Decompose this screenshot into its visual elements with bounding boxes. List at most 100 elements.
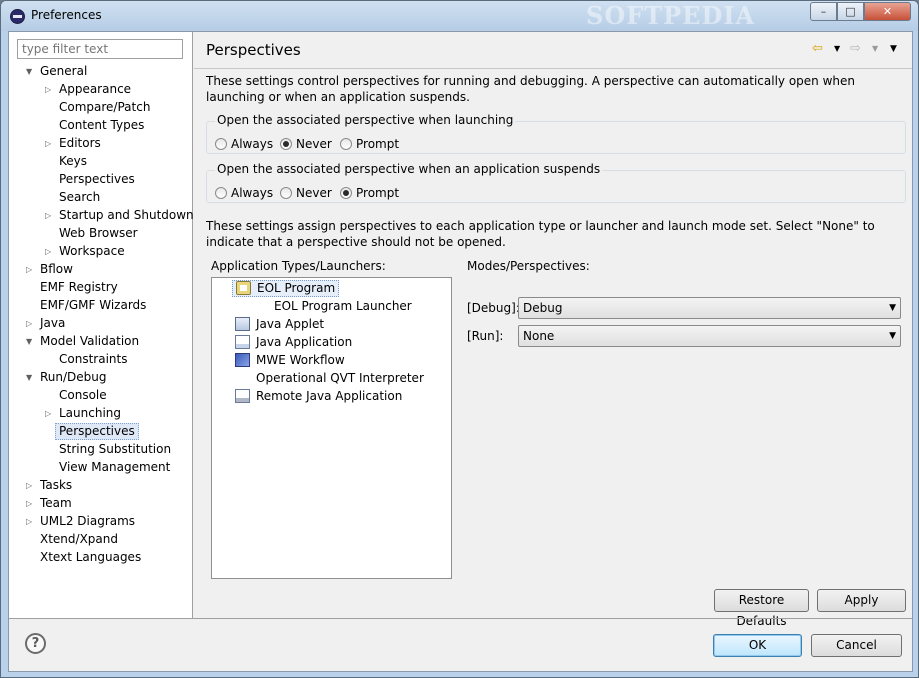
type-list-item[interactable]: Java Application — [235, 334, 352, 351]
type-list-label: Java Applet — [256, 317, 325, 331]
tree-toggle-icon[interactable]: ▷ — [45, 243, 53, 260]
tree-toggle-icon[interactable]: ▷ — [45, 81, 53, 98]
tree-item[interactable]: Workspace — [59, 243, 125, 260]
intro-text: These settings control perspectives for … — [206, 74, 855, 104]
combo-value: None — [523, 329, 555, 343]
forward-arrow-icon[interactable]: ⇨ — [850, 41, 861, 56]
tree-toggle-icon[interactable]: ▷ — [45, 135, 53, 152]
tree-item[interactable]: String Substitution — [59, 441, 171, 458]
radio-indicator[interactable] — [215, 138, 227, 150]
chevron-down-icon[interactable]: ▼ — [889, 300, 896, 316]
title-bar[interactable]: Preferences SOFTPEDIA – □ ✕ — [1, 1, 918, 31]
tree-item[interactable]: Java — [40, 315, 65, 332]
radio-label: Always — [231, 137, 274, 151]
application-types-list[interactable]: EOL Program EOL Program Launcher Java Appl… — [211, 277, 452, 579]
apply-button[interactable]: Apply — [817, 589, 906, 612]
tree-item[interactable]: Model Validation — [40, 333, 139, 350]
tree-item[interactable]: Xtend/Xpand — [40, 531, 118, 548]
mode-label: [Debug]: — [467, 301, 520, 315]
minimize-button[interactable]: – — [810, 2, 837, 21]
radio-prompt[interactable]: Prompt — [340, 185, 399, 201]
tree-toggle-icon[interactable]: ▷ — [26, 261, 34, 278]
tree-item[interactable]: Tasks — [40, 477, 72, 494]
types-label: Application Types/Launchers: — [211, 259, 386, 273]
tree-toggle-icon[interactable]: ▼ — [26, 369, 34, 386]
tree-toggle-icon[interactable]: ▷ — [26, 513, 34, 530]
preference-page: Perspectives ⇦ ▼ ⇨ ▼ ▼ These settings co… — [194, 32, 912, 628]
tree-item[interactable]: Bflow — [40, 261, 73, 278]
tree-item[interactable]: Perspectives — [55, 423, 139, 440]
tree-item[interactable]: UML2 Diagrams — [40, 513, 135, 530]
launch-group: Open the associated perspective when lau… — [206, 113, 906, 154]
tree-item[interactable]: Keys — [59, 153, 87, 170]
dialog-client: ▼General▷AppearanceCompare/PatchContent … — [8, 31, 913, 672]
radio-indicator[interactable] — [340, 138, 352, 150]
java-applet-icon — [235, 317, 250, 331]
maximize-button[interactable]: □ — [837, 2, 864, 21]
view-menu-icon[interactable]: ▼ — [890, 44, 897, 54]
modes-label: Modes/Perspectives: — [467, 259, 590, 273]
perspective-combo[interactable]: None ▼ — [518, 325, 901, 347]
tree-toggle-icon[interactable]: ▼ — [26, 63, 34, 80]
type-list-item[interactable]: Remote Java Application — [235, 388, 402, 405]
tree-item[interactable]: EMF Registry — [40, 279, 118, 296]
type-list-item[interactable]: EOL Program Launcher — [274, 298, 412, 315]
tree-item[interactable]: Startup and Shutdown — [59, 207, 194, 224]
radio-label: Never — [296, 137, 332, 151]
tree-toggle-icon[interactable]: ▷ — [45, 405, 53, 422]
type-list-item[interactable]: MWE Workflow — [235, 352, 345, 369]
type-list-item[interactable]: Java Applet — [235, 316, 324, 333]
radio-indicator[interactable] — [280, 187, 292, 199]
tree-item[interactable]: Console — [59, 387, 107, 404]
radio-always[interactable]: Always — [215, 136, 273, 152]
tree-item[interactable]: EMF/GMF Wizards — [40, 297, 146, 314]
radio-indicator[interactable] — [215, 187, 227, 199]
radio-indicator[interactable] — [280, 138, 292, 150]
type-list-item[interactable]: Operational QVT Interpreter — [235, 370, 424, 387]
suspend-group: Open the associated perspective when an … — [206, 162, 906, 203]
close-button[interactable]: ✕ — [864, 2, 911, 21]
tree-toggle-icon[interactable]: ▼ — [26, 333, 34, 350]
tree-item[interactable]: Editors — [59, 135, 101, 152]
tree-item[interactable]: View Management — [59, 459, 170, 476]
back-arrow-icon[interactable]: ⇦ — [812, 41, 823, 56]
help-icon[interactable]: ? — [25, 633, 46, 654]
tree-item[interactable]: Search — [59, 189, 100, 206]
tree-toggle-icon[interactable]: ▷ — [26, 495, 34, 512]
restore-defaults-button[interactable]: Restore Defaults — [714, 589, 809, 628]
cancel-button[interactable]: Cancel — [811, 634, 902, 657]
back-menu-icon[interactable]: ▼ — [834, 44, 840, 53]
radio-label: Prompt — [356, 186, 400, 200]
filter-input[interactable] — [17, 39, 183, 59]
tree-item[interactable]: Constraints — [59, 351, 127, 368]
tree-item[interactable]: Team — [40, 495, 72, 512]
tree-item[interactable]: Perspectives — [59, 171, 135, 188]
combo-value: Debug — [523, 301, 563, 315]
tree-item[interactable]: Compare/Patch — [59, 99, 150, 116]
forward-menu-icon[interactable]: ▼ — [872, 44, 878, 53]
tree-toggle-icon[interactable]: ▷ — [26, 315, 34, 332]
radio-always[interactable]: Always — [215, 185, 273, 201]
type-list-label: EOL Program — [257, 281, 336, 295]
tree-item[interactable]: Launching — [59, 405, 121, 422]
preferences-window: Preferences SOFTPEDIA – □ ✕ ▼General▷App… — [0, 0, 919, 678]
tree-item[interactable]: Appearance — [59, 81, 131, 98]
perspective-combo[interactable]: Debug ▼ — [518, 297, 901, 319]
watermark: SOFTPEDIA — [586, 1, 756, 30]
tree-item[interactable]: Run/Debug — [40, 369, 107, 386]
chevron-down-icon[interactable]: ▼ — [889, 328, 896, 344]
tree-item[interactable]: General — [40, 63, 87, 80]
tree-toggle-icon[interactable]: ▷ — [45, 207, 53, 224]
tree-item[interactable]: Web Browser — [59, 225, 138, 242]
radio-indicator[interactable] — [340, 187, 352, 199]
type-list-label: EOL Program Launcher — [274, 299, 412, 313]
radio-never[interactable]: Never — [280, 136, 332, 152]
type-list-item[interactable]: EOL Program — [232, 280, 340, 297]
java-application-icon — [235, 335, 250, 349]
radio-never[interactable]: Never — [280, 185, 332, 201]
ok-button[interactable]: OK — [713, 634, 802, 657]
tree-item[interactable]: Xtext Languages — [40, 549, 141, 566]
tree-item[interactable]: Content Types — [59, 117, 144, 134]
radio-prompt[interactable]: Prompt — [340, 136, 399, 152]
tree-toggle-icon[interactable]: ▷ — [26, 477, 34, 494]
